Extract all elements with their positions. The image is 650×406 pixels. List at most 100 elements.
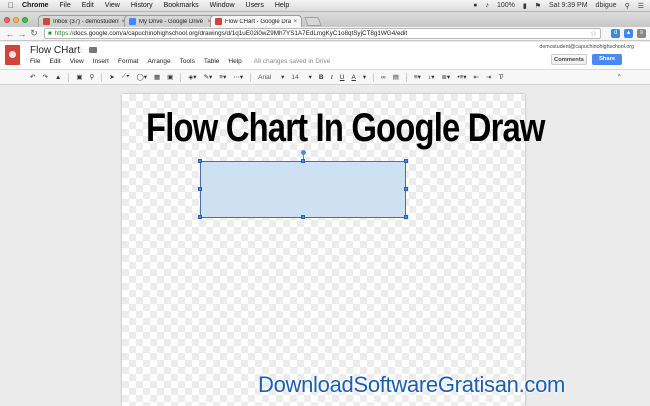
menu-bookmarks[interactable]: Bookmarks bbox=[164, 2, 199, 9]
textbox-icon[interactable]: ▦ bbox=[154, 73, 160, 81]
menu-view[interactable]: View bbox=[70, 58, 84, 65]
resize-handle-sw[interactable] bbox=[198, 215, 202, 219]
tab-drive[interactable]: My Drive - Google Drive × bbox=[124, 15, 216, 27]
docs-header: Flow CHart ☆ File Edit View Insert Forma… bbox=[0, 42, 650, 70]
menu-history[interactable]: History bbox=[131, 2, 153, 9]
decrease-indent-icon[interactable]: ⇤ bbox=[474, 73, 479, 81]
italic-button[interactable]: I bbox=[331, 74, 333, 81]
zoom-fit-icon[interactable]: ▣ bbox=[76, 73, 82, 81]
undo-icon[interactable]: ↶ bbox=[30, 73, 35, 81]
bookmark-star-icon[interactable]: ☆ bbox=[590, 29, 597, 38]
notifications-icon[interactable]: ☰ bbox=[638, 2, 644, 10]
align-icon[interactable]: ≡▾ bbox=[414, 73, 421, 81]
link-icon[interactable]: ∞ bbox=[381, 74, 386, 81]
rotate-handle[interactable] bbox=[301, 150, 306, 155]
font-select[interactable]: Arial bbox=[258, 74, 271, 81]
zoom-window-button[interactable] bbox=[22, 17, 28, 23]
increase-indent-icon[interactable]: ⇥ bbox=[486, 73, 491, 81]
chrome-menu-icon[interactable]: ≡ bbox=[637, 29, 646, 38]
tab-gmail[interactable]: Inbox (37) - demostudent@... × bbox=[38, 15, 130, 27]
forward-icon[interactable]: → bbox=[16, 29, 28, 39]
menu-edit[interactable]: Edit bbox=[49, 58, 60, 65]
font-size-select[interactable]: 14 bbox=[291, 74, 298, 81]
menu-users[interactable]: Users bbox=[246, 2, 264, 9]
tab-drawing[interactable]: Flow CHart - Google Draw... × bbox=[210, 15, 302, 27]
resize-handle-nw[interactable] bbox=[198, 159, 202, 163]
menu-help[interactable]: Help bbox=[275, 2, 289, 9]
menu-window[interactable]: Window bbox=[210, 2, 235, 9]
resize-handle-e[interactable] bbox=[404, 187, 408, 191]
minimize-window-button[interactable] bbox=[13, 17, 19, 23]
font-dropdown-icon[interactable]: ▾ bbox=[281, 73, 284, 81]
account-email[interactable]: demostudent@capuchinohighschool.org bbox=[539, 44, 634, 50]
line-color-icon[interactable]: ✎▾ bbox=[204, 73, 213, 81]
resize-handle-w[interactable] bbox=[198, 187, 202, 191]
menu-arrange[interactable]: Arrange bbox=[148, 58, 171, 65]
close-tab-icon[interactable]: × bbox=[293, 19, 297, 25]
menu-edit[interactable]: Edit bbox=[82, 2, 94, 9]
select-icon[interactable]: ➤ bbox=[109, 73, 114, 81]
comment-icon[interactable]: ▤ bbox=[393, 73, 399, 81]
battery-icon[interactable]: ▮ bbox=[523, 2, 527, 10]
text-color-button[interactable]: A bbox=[351, 74, 355, 81]
comments-button[interactable]: Comments bbox=[551, 54, 587, 65]
menu-format[interactable]: Format bbox=[118, 58, 139, 65]
font-size-dropdown-icon[interactable]: ▾ bbox=[309, 73, 312, 81]
menu-insert[interactable]: Insert bbox=[93, 58, 109, 65]
battery-percent: 100% bbox=[496, 2, 515, 9]
new-tab-button[interactable] bbox=[304, 17, 322, 26]
star-icon[interactable]: ☆ bbox=[76, 45, 84, 56]
menu-app-name[interactable]: Chrome bbox=[22, 2, 48, 9]
volume-icon[interactable]: ♪ bbox=[485, 2, 489, 9]
zoom-icon[interactable]: ⚲ bbox=[90, 73, 95, 81]
folder-icon[interactable] bbox=[89, 47, 97, 53]
shape-icon[interactable]: ◯▾ bbox=[136, 73, 147, 81]
apple-icon[interactable]:  bbox=[8, 1, 22, 10]
resize-handle-ne[interactable] bbox=[404, 159, 408, 163]
share-button[interactable]: Share bbox=[592, 54, 622, 65]
numbered-list-icon[interactable]: ≣▾ bbox=[441, 73, 450, 81]
menu-table[interactable]: Table bbox=[204, 58, 220, 65]
menu-file[interactable]: File bbox=[59, 2, 70, 9]
bulleted-list-icon[interactable]: •≡▾ bbox=[457, 73, 466, 81]
menu-file[interactable]: File bbox=[30, 58, 40, 65]
extension-d-icon[interactable]: d bbox=[611, 29, 620, 38]
clock[interactable]: Sat 9:39 PM bbox=[549, 2, 588, 9]
underline-button[interactable]: U bbox=[340, 74, 345, 81]
drawings-logo-icon[interactable] bbox=[5, 45, 20, 65]
back-icon[interactable]: ← bbox=[4, 29, 16, 39]
address-bar[interactable]: ■ https:// docs.google.com/a/capuchinohi… bbox=[44, 28, 601, 39]
spotlight-icon[interactable]: ⚲ bbox=[625, 2, 630, 10]
resize-handle-s[interactable] bbox=[301, 215, 305, 219]
clear-formatting-icon[interactable]: T̸ bbox=[498, 74, 502, 81]
close-window-button[interactable] bbox=[4, 17, 10, 23]
redo-icon[interactable]: ↷ bbox=[42, 73, 47, 81]
bold-button[interactable]: B bbox=[319, 74, 324, 81]
resize-handle-n[interactable] bbox=[301, 159, 305, 163]
gmail-icon bbox=[43, 18, 50, 25]
flag-icon[interactable]: ⚑ bbox=[535, 2, 541, 10]
line-weight-icon[interactable]: ≡▾ bbox=[219, 73, 226, 81]
document-title[interactable]: Flow CHart bbox=[30, 45, 80, 56]
line-icon[interactable]: ⟋▾ bbox=[122, 73, 130, 81]
reload-icon[interactable]: ↻ bbox=[28, 28, 40, 39]
tab-title: My Drive - Google Drive bbox=[139, 18, 204, 25]
menu-view[interactable]: View bbox=[105, 2, 120, 9]
collapse-toolbar-icon[interactable]: ⌃ bbox=[617, 73, 622, 81]
user-name[interactable]: dbigue bbox=[596, 2, 617, 9]
url-scheme: https:// bbox=[54, 30, 74, 37]
canvas-headline-text[interactable]: Flow Chart In Google Draw bbox=[146, 106, 545, 151]
resize-handle-se[interactable] bbox=[404, 215, 408, 219]
save-status: All changes saved in Drive bbox=[253, 58, 331, 65]
wifi-icon[interactable]: ● bbox=[473, 2, 477, 9]
line-spacing-icon[interactable]: ↕▾ bbox=[428, 73, 435, 81]
menu-tools[interactable]: Tools bbox=[180, 58, 195, 65]
text-color-dropdown-icon[interactable]: ▾ bbox=[363, 73, 366, 81]
fill-color-icon[interactable]: ◈▾ bbox=[188, 73, 196, 81]
selected-rectangle-shape[interactable] bbox=[200, 161, 406, 218]
extension-drive-icon[interactable]: ▲ bbox=[624, 29, 633, 38]
menu-help[interactable]: Help bbox=[228, 58, 241, 65]
paint-format-icon[interactable]: ▲ bbox=[55, 74, 61, 81]
image-icon[interactable]: ▣ bbox=[167, 73, 173, 81]
line-dash-icon[interactable]: ⋯▾ bbox=[233, 73, 243, 81]
